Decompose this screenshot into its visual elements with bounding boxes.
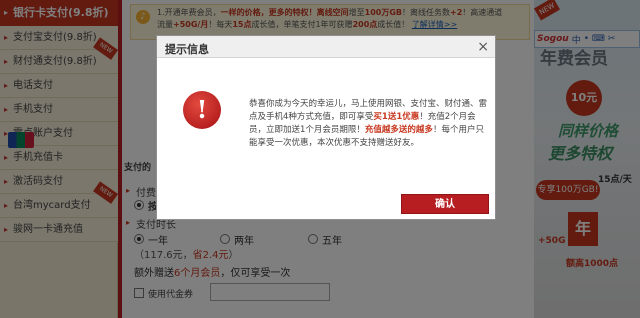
- notice-dialog: 提示信息 × ! 恭喜你成为今天的幸运儿，马上使用网银、支付宝、财付通、雷点及手…: [156, 35, 496, 220]
- dialog-header: 提示信息 ×: [157, 36, 495, 58]
- close-icon[interactable]: ×: [477, 39, 489, 55]
- warning-icon: !: [183, 91, 221, 129]
- dialog-message: 恭喜你成为今天的幸运儿，马上使用网银、支付宝、财付通、雷点及手机4种方式充值，即…: [249, 99, 488, 148]
- confirm-button[interactable]: 确认: [401, 194, 489, 214]
- page: ▸ 银行卡支付(9.8折) ▸ 支付宝支付(9.8折) ▸ 财付通支付(9.8折…: [0, 0, 640, 318]
- dialog-title: 提示信息: [165, 43, 209, 56]
